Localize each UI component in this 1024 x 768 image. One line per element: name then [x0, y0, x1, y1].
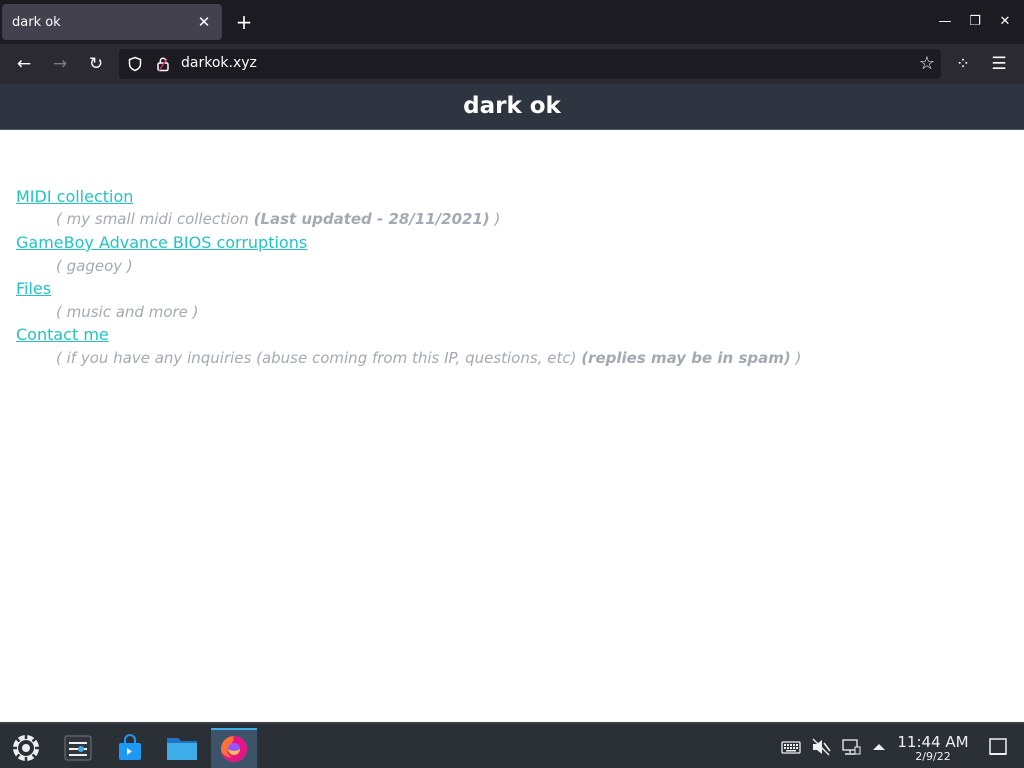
star-icon[interactable]: ☆ [919, 53, 935, 75]
firefox-icon [221, 736, 247, 762]
network-icon[interactable] [841, 738, 861, 756]
back-button[interactable]: ← [12, 52, 36, 76]
clock-date[interactable]: 2/9/22 [894, 750, 972, 763]
taskbar-settings[interactable] [55, 728, 101, 768]
desc-text: ) [489, 210, 501, 228]
desc-text: ( music and more ) [56, 303, 199, 321]
desc-text: ( if you have any inquiries (abuse comin… [56, 349, 582, 367]
browser-tab[interactable]: dark ok ✕ [2, 4, 222, 40]
taskbar-discover[interactable] [107, 728, 153, 768]
forward-button[interactable]: → [48, 52, 72, 76]
extensions-icon[interactable]: ⁘ [951, 52, 975, 76]
desc-files: ( music and more ) [56, 303, 199, 321]
desc-bold-text: (replies may be in spam) [581, 349, 791, 367]
volume-muted-icon[interactable] [811, 738, 831, 756]
desc-text: ) [790, 349, 802, 367]
shield-icon[interactable] [127, 56, 143, 72]
tab-strip: dark ok ✕ + — ❐ ✕ [0, 0, 1024, 44]
desc-text: ( my small midi collection [56, 210, 254, 228]
new-tab-button[interactable]: + [232, 10, 256, 34]
lock-icon[interactable] [155, 56, 171, 72]
taskbar-file-manager[interactable] [159, 728, 205, 768]
desc-text: ( gageoy ) [56, 257, 133, 275]
restore-button[interactable]: ❐ [965, 12, 985, 32]
page-content: MIDI collection ( my small midi collecti… [0, 130, 1024, 722]
page-title: dark ok [463, 93, 561, 119]
tab-title: dark ok [12, 14, 61, 30]
link-contact-me[interactable]: Contact me [16, 325, 109, 344]
link-gba-bios-corruptions[interactable]: GameBoy Advance BIOS corruptions [16, 233, 307, 252]
keyboard-icon[interactable] [781, 738, 801, 756]
tab-close-icon[interactable]: ✕ [196, 14, 212, 30]
close-window-button[interactable]: ✕ [995, 12, 1015, 32]
desc-midi-collection: ( my small midi collection (Last updated… [56, 210, 500, 228]
taskbar-firefox[interactable] [211, 728, 257, 768]
taskbar: 11:44 AM 2/9/22 [0, 722, 1024, 768]
page-header: dark ok [0, 84, 1024, 130]
app-launcher-button[interactable] [3, 728, 49, 768]
show-desktop-icon[interactable] [988, 738, 1008, 756]
discover-store-icon [119, 734, 141, 760]
link-files[interactable]: Files [16, 279, 51, 298]
desc-bold-text: (Last updated - 28/11/2021) [253, 210, 490, 228]
desc-gba-bios-corruptions: ( gageoy ) [56, 257, 133, 275]
url-bar[interactable]: darkok.xyz ☆ [119, 49, 941, 79]
desc-contact-me: ( if you have any inquiries (abuse comin… [56, 349, 801, 367]
navigation-bar: ← → ↻ darkok.xyz ☆ ⁘ ☰ [0, 44, 1024, 84]
link-midi-collection[interactable]: MIDI collection [16, 187, 133, 206]
file-manager-icon [167, 738, 197, 760]
system-settings-icon [64, 735, 92, 761]
reload-button[interactable]: ↻ [84, 52, 108, 76]
hamburger-menu-icon[interactable]: ☰ [987, 52, 1011, 76]
minimize-button[interactable]: — [935, 12, 955, 32]
tray-expand-icon[interactable] [869, 738, 889, 756]
clock-time[interactable]: 11:44 AM [894, 733, 972, 751]
url-text: darkok.xyz [181, 55, 257, 71]
app-launcher-icon [12, 734, 40, 762]
